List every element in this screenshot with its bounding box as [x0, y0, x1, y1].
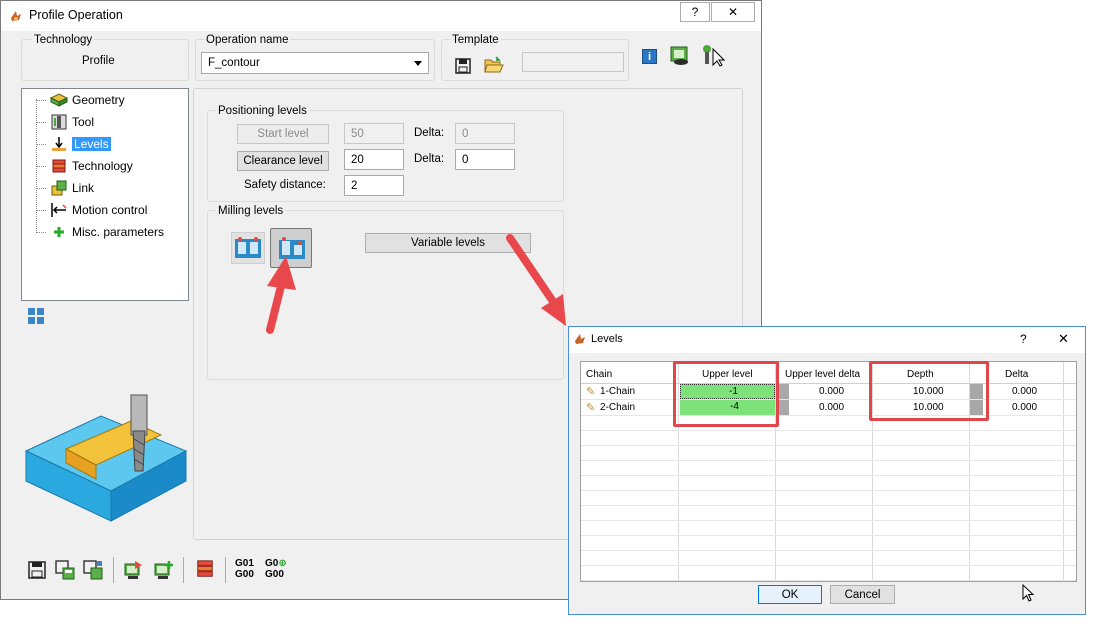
empty-row	[581, 536, 1076, 551]
app-icon	[575, 334, 585, 344]
levels-help-button[interactable]: ?	[1020, 332, 1027, 346]
empty-row	[581, 431, 1076, 446]
row-upper-level-delta: 0.000	[819, 386, 845, 397]
empty-row	[581, 416, 1076, 431]
levels-dialog: Levels ? ✕ Chain Upper level Upper level…	[568, 326, 1086, 615]
empty-row	[581, 491, 1076, 506]
levels-grid: Chain Upper level Upper level delta Dept…	[580, 361, 1077, 582]
col-header-delta[interactable]: Delta	[1005, 369, 1028, 380]
pencil-icon: ✎	[586, 402, 596, 414]
col-header-upper-level-delta[interactable]: Upper level delta	[785, 369, 860, 380]
row-upper-level-delta: 0.000	[819, 402, 845, 413]
empty-row	[581, 506, 1076, 521]
table-row[interactable]: ✎ 2-Chain -4 0.000 10.000 0.000	[581, 400, 1076, 416]
empty-row	[581, 476, 1076, 491]
highlight-depth	[869, 361, 989, 421]
empty-row	[581, 551, 1076, 566]
empty-row	[581, 566, 1076, 581]
empty-row	[581, 521, 1076, 536]
levels-titlebar: Levels ? ✕	[569, 327, 1085, 353]
levels-title: Levels	[591, 333, 623, 345]
grid-header: Chain Upper level Upper level delta Dept…	[581, 362, 1076, 384]
pencil-icon: ✎	[586, 386, 596, 398]
cancel-button[interactable]: Cancel	[830, 585, 895, 604]
row-chain: 1-Chain	[600, 386, 636, 397]
empty-row	[581, 446, 1076, 461]
arrow-head-toggle	[267, 256, 296, 290]
levels-close-button[interactable]: ✕	[1058, 331, 1069, 347]
row-delta: 0.000	[1012, 402, 1038, 413]
arrow-shaft-dialog	[506, 234, 556, 304]
highlight-upper-level	[673, 361, 779, 427]
row-chain: 2-Chain	[600, 402, 636, 413]
empty-row	[581, 461, 1076, 476]
ok-button[interactable]: OK	[758, 585, 822, 604]
row-delta: 0.000	[1012, 386, 1038, 397]
arrow-shaft-toggle	[266, 278, 286, 334]
table-row[interactable]: ✎ 1-Chain -1 0.000 10.000 0.000	[581, 384, 1076, 400]
col-header-chain[interactable]: Chain	[586, 369, 612, 380]
mouse-cursor-icon	[1022, 584, 1035, 602]
